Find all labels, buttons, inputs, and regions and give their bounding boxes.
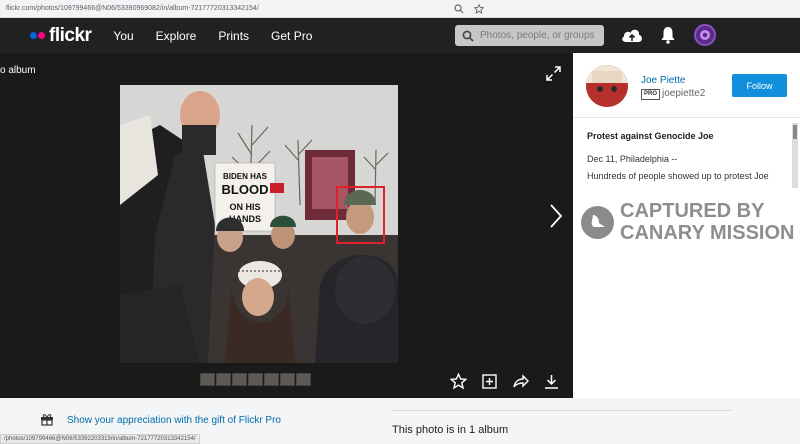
zoom-icon[interactable] xyxy=(454,4,464,14)
logo-blue-dot xyxy=(30,32,37,39)
photo-description: Protest against Genocide Joe Dec 11, Phi… xyxy=(587,123,792,193)
notifications-bell-icon[interactable] xyxy=(660,26,676,44)
nav-get-pro[interactable]: Get Pro xyxy=(271,29,312,43)
thumbnail-strip xyxy=(200,373,311,386)
avatar-camera-icon xyxy=(700,30,710,40)
photo-actions xyxy=(450,373,560,390)
protest-photo-illustration: BIDEN HAS BLOOD ON HIS HANDS xyxy=(120,85,398,363)
owner-handle[interactable]: joepiette2 xyxy=(662,88,705,99)
sign-text-2: BLOOD xyxy=(222,182,269,197)
search-input[interactable] xyxy=(480,30,600,41)
photo-viewer: o album BIDEN HAS BLOOD ON HIS HANDS xyxy=(0,53,573,398)
status-bar-url: /photos/109799466@N06/53392203319/in/alb… xyxy=(0,434,200,444)
browser-address-bar[interactable]: flickr.com/photos/109799466@N06/53390969… xyxy=(0,0,800,18)
browser-url[interactable]: flickr.com/photos/109799466@N06/53390969… xyxy=(6,5,259,12)
favorite-star-icon[interactable] xyxy=(450,373,467,390)
search-icon xyxy=(462,30,474,42)
flickr-logo[interactable]: flickr xyxy=(30,24,92,47)
fullscreen-expand-icon[interactable] xyxy=(546,66,561,81)
photo-date-line: Dec 11, Philadelphia -- xyxy=(587,154,678,164)
panel-divider xyxy=(573,117,800,118)
nav-prints[interactable]: Prints xyxy=(218,29,249,43)
sign-text-1: BIDEN HAS xyxy=(223,172,268,181)
download-icon[interactable] xyxy=(543,373,560,390)
bottom-section: Show your appreciation with the gift of … xyxy=(0,398,800,444)
logo-pink-dot xyxy=(38,32,45,39)
add-to-gallery-icon[interactable] xyxy=(481,373,498,390)
nav-you[interactable]: You xyxy=(113,29,133,43)
owner-avatar-image xyxy=(586,65,628,107)
logo-text: flickr xyxy=(49,24,92,46)
next-photo-arrow-icon[interactable] xyxy=(549,203,563,229)
thumbnail[interactable] xyxy=(232,373,247,386)
thumbnail[interactable] xyxy=(280,373,295,386)
main-photo[interactable]: BIDEN HAS BLOOD ON HIS HANDS xyxy=(120,85,398,363)
site-header: flickr You Explore Prints Get Pro xyxy=(0,18,800,53)
nav-explore[interactable]: Explore xyxy=(156,29,197,43)
sign-text-3: ON HIS xyxy=(229,202,260,212)
album-divider xyxy=(392,410,732,411)
browser-bar-icons xyxy=(454,4,484,14)
description-scrollbar[interactable] xyxy=(792,123,798,188)
user-avatar[interactable] xyxy=(694,24,716,46)
album-count-text: This photo is in 1 album xyxy=(392,424,509,436)
thumbnail[interactable] xyxy=(296,373,311,386)
watermark-line-2: CANARY MISSION xyxy=(620,222,795,244)
share-arrow-icon[interactable] xyxy=(512,373,529,390)
upload-cloud-icon[interactable] xyxy=(621,27,643,44)
thumbnail[interactable] xyxy=(248,373,263,386)
canary-logo-icon xyxy=(581,205,614,239)
gift-icon xyxy=(41,414,53,426)
watermark-text: CAPTURED BY CANARY MISSION xyxy=(620,200,794,244)
thumbnail[interactable] xyxy=(200,373,215,386)
pro-badge: PRO xyxy=(641,89,661,100)
thumbnail[interactable] xyxy=(216,373,231,386)
canary-bird-icon xyxy=(591,215,605,227)
bookmark-star-icon[interactable] xyxy=(474,4,484,14)
gift-pro-link[interactable]: Show your appreciation with the gift of … xyxy=(67,415,281,426)
watermark-line-1: CAPTURED BY xyxy=(620,200,765,222)
thumbnail[interactable] xyxy=(264,373,279,386)
scrollbar-thumb[interactable] xyxy=(793,125,797,139)
follow-button[interactable]: Follow xyxy=(732,74,787,97)
photo-desc-line: Hundreds of people showed up to protest … xyxy=(587,171,769,181)
back-to-album-link[interactable]: o album xyxy=(0,65,36,76)
owner-name-link[interactable]: Joe Piette xyxy=(641,75,685,86)
main-nav: You Explore Prints Get Pro xyxy=(113,29,334,43)
owner-avatar[interactable] xyxy=(586,65,628,107)
canary-mission-watermark: CAPTURED BY CANARY MISSION xyxy=(581,200,794,244)
photo-title: Protest against Genocide Joe xyxy=(587,131,714,141)
search-box[interactable] xyxy=(455,25,604,46)
